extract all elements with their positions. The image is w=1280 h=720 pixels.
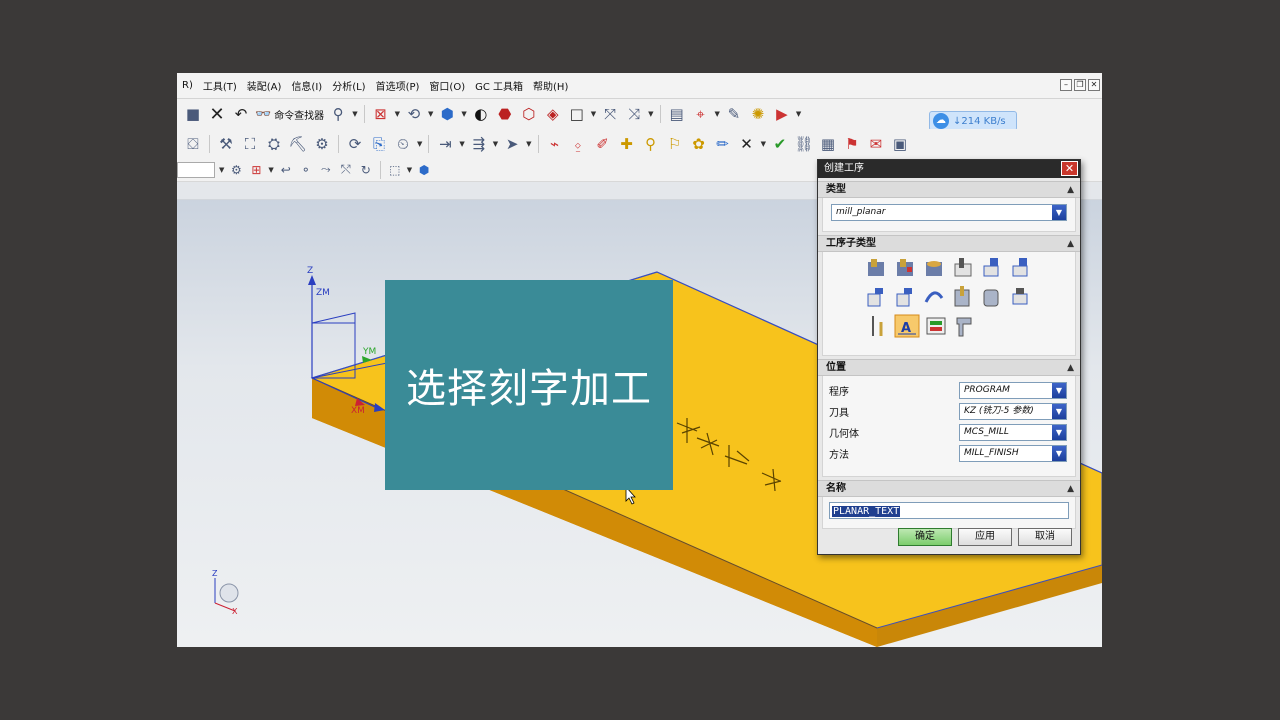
method-row: 方法 MILL_FINISH ▼ [829, 443, 1069, 464]
triad-label-z: Z [212, 569, 218, 578]
axis-label-xm: XM [351, 406, 365, 416]
type-section-header[interactable]: 类型 ▲ [818, 181, 1080, 198]
chevron-down-icon: ▼ [1052, 425, 1066, 440]
program-dropdown[interactable]: PROGRAM ▼ [959, 382, 1067, 399]
chevron-down-icon: ▼ [1052, 446, 1066, 461]
hole-milling-icon[interactable] [954, 286, 970, 307]
view-triad: Z X [212, 569, 239, 616]
tool-dropdown[interactable]: KZ (铣刀-5 参数) ▼ [959, 403, 1067, 420]
clean-up-corners-icon[interactable] [1012, 258, 1028, 277]
chevron-down-icon: ▼ [1052, 404, 1066, 419]
tool-value: KZ (铣刀-5 参数) [964, 406, 1034, 416]
manual-mill-icon[interactable] [872, 316, 883, 336]
chevron-down-icon: ▼ [1052, 383, 1066, 398]
axis-label-ym: YM [362, 347, 376, 357]
type-dropdown[interactable]: mill_planar ▼ [831, 204, 1067, 221]
mill-user-icon[interactable] [956, 317, 972, 337]
finish-walls-icon[interactable] [867, 288, 883, 307]
operation-name-value: PLANAR_TEXT [832, 506, 901, 517]
face-milling-icon[interactable] [926, 261, 942, 276]
ok-button[interactable]: 确定 [898, 528, 952, 546]
tutorial-caption: 选择刻字加工 [385, 280, 673, 490]
location-section-body: 程序 PROGRAM ▼ 刀具 KZ (铣刀-5 参数) ▼ 几何体 MCS_M… [822, 376, 1076, 477]
floor-wall-icon[interactable] [868, 259, 884, 276]
triad-label-x: X [232, 607, 238, 616]
dialog-title-bar: 创建工序 ✕ [818, 160, 1080, 178]
tool-row: 刀具 KZ (铣刀-5 参数) ▼ [829, 401, 1069, 422]
nx-application-window: R) 工具(T) 装配(A) 信息(I) 分析(L) 首选项(P) 窗口(O) … [177, 73, 1102, 647]
axis-label-zm: ZM [316, 288, 330, 298]
method-value: MILL_FINISH [964, 448, 1019, 458]
planar-profile-icon[interactable] [983, 258, 999, 277]
chamfer-milling-icon[interactable] [1012, 288, 1028, 305]
type-section-body: mill_planar ▼ [822, 198, 1076, 232]
finish-floor-icon[interactable] [896, 288, 912, 307]
floor-wall-is-icon[interactable] [897, 259, 913, 276]
name-section-label: 名称 [826, 483, 846, 494]
create-operation-dialog: 创建工序 ✕ 类型 ▲ mill_planar ▼ 工序子类型 ▲ A 位置 ▲… [817, 159, 1081, 555]
name-section-body: PLANAR_TEXT [822, 497, 1076, 529]
program-row: 程序 PROGRAM ▼ [829, 380, 1069, 401]
program-value: PROGRAM [964, 385, 1010, 395]
method-dropdown[interactable]: MILL_FINISH ▼ [959, 445, 1067, 462]
name-section-header[interactable]: 名称 ▲ [818, 480, 1080, 497]
geometry-value: MCS_MILL [964, 427, 1009, 437]
dialog-button-row: 确定 应用 取消 [898, 528, 1072, 546]
chevron-up-icon: ▲ [1067, 239, 1074, 249]
mill-control-icon[interactable] [926, 317, 946, 335]
chevron-up-icon: ▲ [1067, 363, 1074, 373]
planar-mill-icon[interactable] [954, 258, 972, 277]
geometry-label: 几何体 [829, 429, 859, 440]
chevron-down-icon: ▼ [1052, 205, 1066, 220]
subtype-section-header[interactable]: 工序子类型 ▲ [818, 235, 1080, 252]
tool-label: 刀具 [829, 408, 849, 419]
method-label: 方法 [829, 450, 849, 461]
geometry-row: 几何体 MCS_MILL ▼ [829, 422, 1069, 443]
operation-name-input[interactable]: PLANAR_TEXT [829, 502, 1069, 519]
axis-label-z: Z [307, 266, 313, 276]
dialog-title: 创建工序 [824, 163, 864, 174]
cancel-button[interactable]: 取消 [1018, 528, 1072, 546]
type-dropdown-value: mill_planar [836, 207, 886, 217]
subtype-icon-grid: A [867, 258, 1028, 338]
geometry-dropdown[interactable]: MCS_MILL ▼ [959, 424, 1067, 441]
groove-milling-icon[interactable] [924, 291, 944, 303]
dialog-close-button[interactable]: ✕ [1061, 161, 1078, 176]
location-section-label: 位置 [826, 362, 846, 373]
chevron-up-icon: ▲ [1067, 484, 1074, 494]
subtype-section-label: 工序子类型 [826, 238, 876, 249]
program-label: 程序 [829, 387, 849, 398]
type-section-label: 类型 [826, 184, 846, 195]
subtype-section-body: A [822, 252, 1076, 356]
thread-milling-icon[interactable] [983, 289, 999, 307]
apply-button[interactable]: 应用 [958, 528, 1012, 546]
chevron-up-icon: ▲ [1067, 185, 1074, 195]
location-section-header[interactable]: 位置 ▲ [818, 359, 1080, 376]
